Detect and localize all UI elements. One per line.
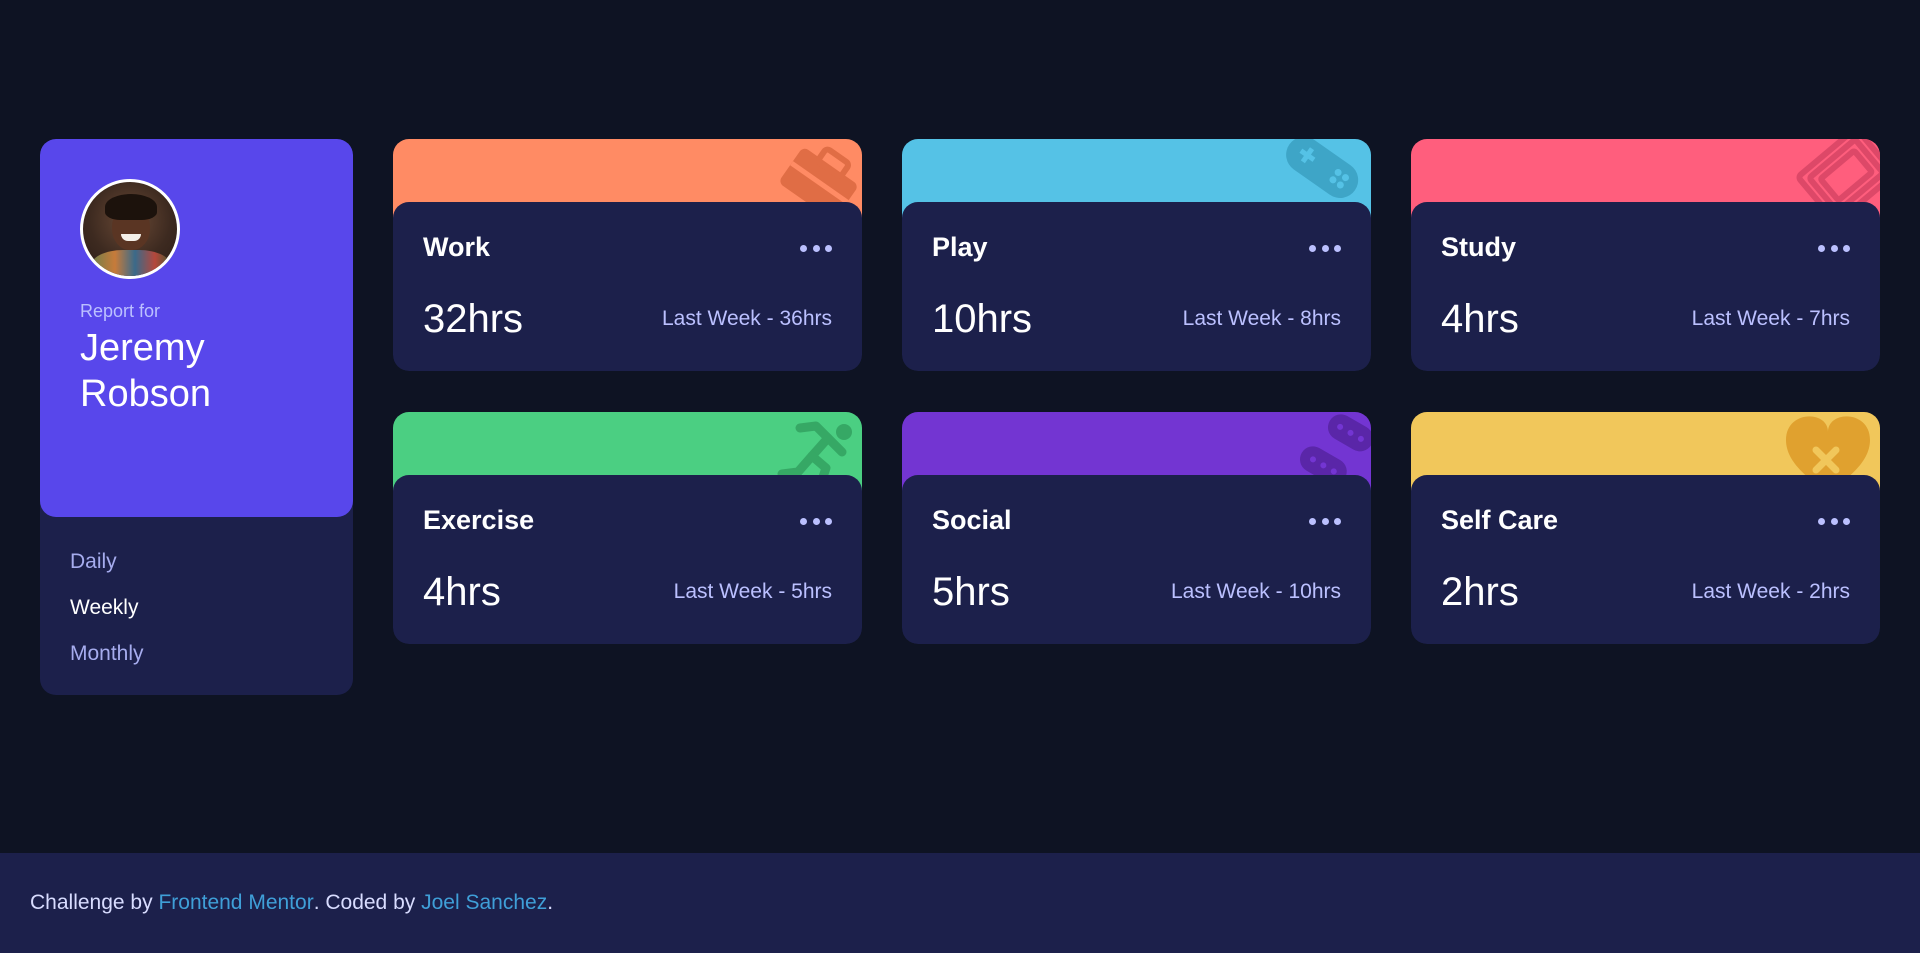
current-hours: 4hrs [423,570,501,614]
profile-header: Report for Jeremy Robson [40,139,353,517]
card-body[interactable]: Social 5hrs Last Week - 10hrs [902,475,1371,644]
profile-card: Report for Jeremy Robson Daily Weekly Mo… [40,139,353,695]
previous-hours: Last Week - 5hrs [673,580,832,603]
period-daily[interactable]: Daily [70,539,144,585]
current-hours: 10hrs [932,297,1033,341]
card-body[interactable]: Study 4hrs Last Week - 7hrs [1411,202,1880,371]
current-hours: 32hrs [423,297,524,341]
user-name: Jeremy Robson [80,327,211,415]
card-body[interactable]: Exercise 4hrs Last Week - 5hrs [393,475,862,644]
previous-hours: Last Week - 8hrs [1182,307,1341,330]
author-link[interactable]: Joel Sanchez [421,891,547,915]
card-title: Play [932,232,988,262]
more-options-icon[interactable] [1818,236,1850,260]
current-hours: 5hrs [932,570,1010,614]
activity-card-study: Study 4hrs Last Week - 7hrs [1411,139,1880,371]
card-body[interactable]: Self Care 2hrs Last Week - 2hrs [1411,475,1880,644]
period-monthly[interactable]: Monthly [70,631,144,677]
more-options-icon[interactable] [1309,509,1341,533]
card-title: Social [932,505,1012,535]
footer-suffix: . [547,891,554,914]
more-options-icon[interactable] [800,509,832,533]
frontend-mentor-link[interactable]: Frontend Mentor [158,891,313,915]
more-options-icon[interactable] [1309,236,1341,260]
avatar [80,179,180,279]
more-options-icon[interactable] [1818,509,1850,533]
footer-prefix: Challenge by [30,891,153,914]
card-title: Self Care [1441,505,1559,535]
current-hours: 4hrs [1441,297,1519,341]
previous-hours: Last Week - 36hrs [661,307,832,330]
card-body[interactable]: Work 32hrs Last Week - 36hrs [393,202,862,371]
current-hours: 2hrs [1441,570,1519,614]
previous-hours: Last Week - 7hrs [1691,307,1850,330]
dashboard: Report for Jeremy Robson Daily Weekly Mo… [0,0,1920,953]
footer-middle: . Coded by [313,891,416,914]
footer: Challenge by Frontend Mentor. Coded by J… [0,853,1920,953]
card-body[interactable]: Play 10hrs Last Week - 8hrs [902,202,1371,371]
activity-card-play: Play 10hrs Last Week - 8hrs [902,139,1371,371]
period-selector: Daily Weekly Monthly [70,539,144,677]
previous-hours: Last Week - 2hrs [1691,580,1850,603]
card-title: Work [423,232,491,262]
activity-card-exercise: Exercise 4hrs Last Week - 5hrs [393,412,862,644]
report-for-label: Report for [80,301,161,321]
activity-card-self-care: Self Care 2hrs Last Week - 2hrs [1411,412,1880,644]
activity-card-social: Social 5hrs Last Week - 10hrs [902,412,1371,644]
more-options-icon[interactable] [800,236,832,260]
period-weekly[interactable]: Weekly [70,585,144,631]
card-title: Exercise [423,505,535,535]
activity-card-work: Work 32hrs Last Week - 36hrs [393,139,862,371]
previous-hours: Last Week - 10hrs [1170,580,1341,603]
card-title: Study [1441,232,1517,262]
